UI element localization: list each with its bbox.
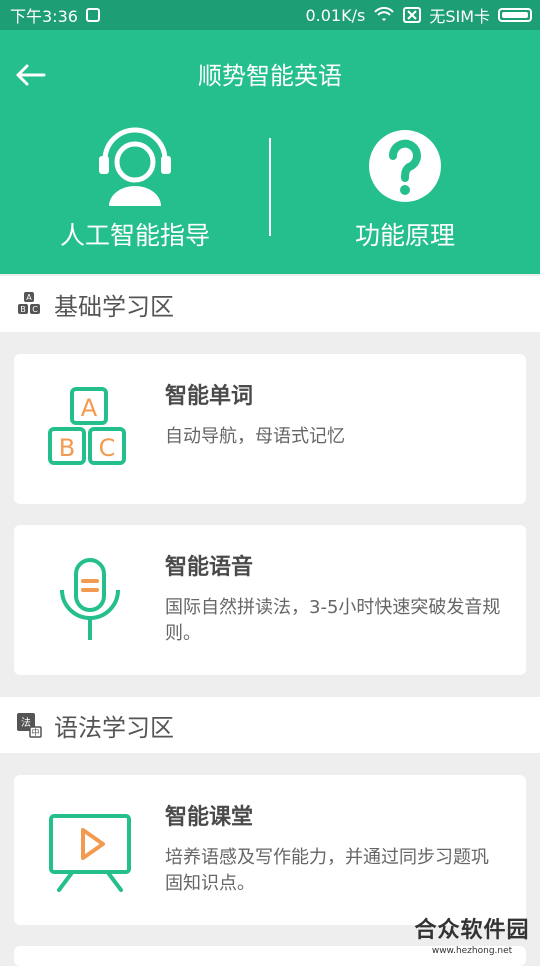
card-smart-classroom-title: 智能课堂 — [165, 799, 253, 831]
microphone-icon — [42, 553, 138, 649]
card-smart-classroom[interactable]: 智能课堂 培养语感及写作能力，并通过同步习题巩固知识点。 — [14, 775, 526, 925]
app-header: 顺势智能英语 人工智能指导 功能原理 — [0, 30, 540, 274]
watermark-main: 合众软件园 — [412, 912, 532, 944]
ai-guidance-label: 人工智能指导 — [60, 216, 210, 252]
card-smart-words[interactable]: A B C 智能单词 自动导航，母语式记忆 — [14, 354, 526, 504]
page-title: 顺势智能英语 — [0, 56, 540, 91]
svg-text:B: B — [20, 305, 26, 314]
no-sim-icon — [403, 7, 421, 23]
card-smart-voice[interactable]: 智能语音 国际自然拼读法，3-5小时快速突破发音规则。 — [14, 525, 526, 675]
section-basic-header: A B C 基础学习区 — [0, 276, 540, 332]
svg-text:A: A — [26, 293, 32, 302]
section-grammar-title: 语法学习区 — [54, 708, 174, 743]
headset-person-icon — [95, 126, 175, 206]
svg-text:A: A — [81, 394, 98, 422]
svg-text:中: 中 — [32, 727, 40, 737]
question-icon — [365, 126, 445, 206]
sim-status: 无SIM卡 — [429, 3, 490, 27]
video-board-icon — [42, 803, 138, 899]
section-grammar-header: 法 中 语法学习区 — [0, 697, 540, 753]
watermark-url: www.hezhong.net — [412, 946, 532, 956]
abc-icon: A B C — [16, 291, 42, 317]
watermark: 合众软件园 www.hezhong.net — [412, 912, 532, 956]
card-smart-words-desc: 自动导航，母语式记忆 — [165, 424, 505, 450]
function-principle-button[interactable]: 功能原理 — [270, 126, 540, 266]
card-smart-words-title: 智能单词 — [165, 378, 253, 410]
status-bar: 下午3:36 0.01K/s 无SIM卡 — [0, 0, 540, 30]
grammar-icon: 法 中 — [16, 712, 42, 738]
function-principle-label: 功能原理 — [355, 216, 455, 252]
section-basic-title: 基础学习区 — [54, 287, 174, 322]
svg-text:C: C — [99, 434, 116, 462]
ai-guidance-button[interactable]: 人工智能指导 — [0, 126, 270, 266]
card-smart-voice-desc: 国际自然拼读法，3-5小时快速突破发音规则。 — [165, 595, 505, 647]
card-smart-classroom-desc: 培养语感及写作能力，并通过同步习题巩固知识点。 — [165, 845, 505, 897]
abc-blocks-icon: A B C — [42, 382, 138, 478]
network-speed: 0.01K/s — [305, 6, 365, 25]
status-time: 下午3:36 — [10, 3, 78, 27]
svg-text:C: C — [32, 305, 38, 314]
svg-text:B: B — [59, 434, 75, 462]
wifi-icon — [373, 7, 395, 23]
card-smart-voice-title: 智能语音 — [165, 549, 253, 581]
notification-icon — [86, 8, 100, 22]
battery-icon — [498, 8, 532, 22]
